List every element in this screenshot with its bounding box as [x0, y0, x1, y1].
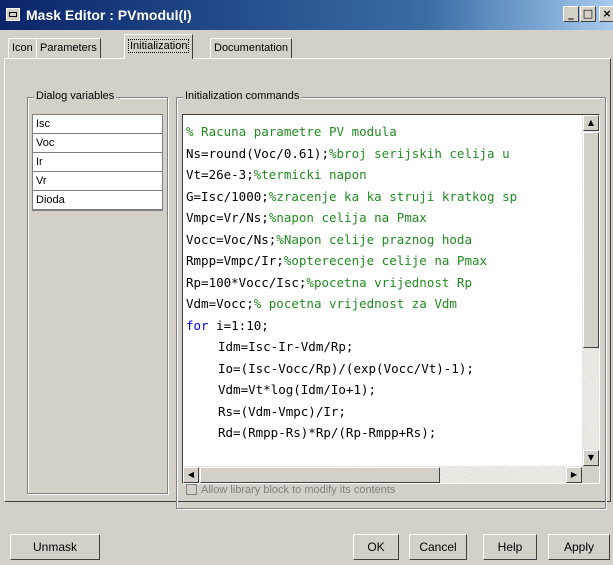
code-comment: % pocetna vrijednost za Vdm: [253, 296, 457, 311]
code-comment: % Racuna parametre PV modula: [186, 124, 397, 139]
code-line: Rd=(Rmpp-Rs)*Rp/(Rp-Rmpp+Rs);: [186, 422, 579, 444]
code-statement: G=Isc/1000;: [186, 188, 269, 204]
code-comment: %pocetna vrijednost Rp: [306, 274, 472, 290]
code-comment: %opterecenje celije na Pmax: [283, 253, 488, 268]
allow-library-label: Allow library block to modify its conten…: [201, 484, 396, 496]
minimize-button[interactable]: _: [563, 6, 579, 22]
code-line: Rp=100*Vocc/Isc;%pocetna vrijednost Rp: [186, 272, 579, 294]
code-line: Rmpp=Vmpc/Ir;%opterecenje celije na Pmax: [186, 250, 579, 272]
code-comment: %Napon celije praznog hoda: [276, 231, 472, 247]
list-item[interactable]: Ir: [33, 153, 162, 172]
code-keyword: for: [186, 317, 209, 333]
code-line: Vmpc=Vr/Ns;%napon celija na Pmax: [186, 207, 579, 229]
code-statement: Rmpp=Vmpc/Ir;: [186, 253, 284, 268]
vertical-scrollbar[interactable]: ▲ ▼: [582, 115, 599, 466]
code-statement: Vmpc=Vr/Ns;: [186, 210, 269, 225]
code-comment: %termicki napon: [253, 167, 367, 182]
code-line: Vt=26e-3;%termicki napon: [186, 164, 579, 186]
list-item[interactable]: Dioda: [33, 191, 162, 210]
help-button[interactable]: Help: [483, 534, 537, 560]
horizontal-scroll-thumb[interactable]: [200, 467, 440, 483]
scroll-up-icon[interactable]: ▲: [583, 115, 599, 131]
code-line: Rs=(Vdm-Vmpc)/Ir;: [186, 401, 579, 423]
list-item[interactable]: Voc: [33, 134, 162, 153]
tab-icon[interactable]: Icon: [8, 38, 37, 58]
code-statement: Vdm=Vocc;: [186, 296, 254, 311]
tab-documentation[interactable]: Documentation: [210, 38, 292, 58]
list-item[interactable]: Vr: [33, 172, 162, 191]
list-item[interactable]: Isc: [33, 115, 162, 134]
initialization-commands-editor[interactable]: % Racuna parametre PV modula Ns=round(Voc…: [182, 114, 600, 484]
code-statement: Rs=(Vdm-Vmpc)/Ir;: [218, 403, 346, 419]
code-statement: i=1:10;: [208, 317, 269, 333]
allow-library-checkbox[interactable]: Allow library block to modify its conten…: [186, 484, 395, 496]
code-statement: Rd=(Rmpp-Rs)*Rp/(Rp-Rmpp+Rs);: [218, 425, 437, 440]
code-comment: %zracenje ka ka struji kratkog sp: [268, 188, 518, 204]
window-title: Mask Editor : PVmodul(I): [26, 7, 192, 23]
unmask-button[interactable]: Unmask: [10, 534, 100, 560]
scroll-down-icon[interactable]: ▼: [583, 450, 599, 466]
code-line: Vdm=Vocc;% pocetna vrijednost za Vdm: [186, 293, 579, 315]
code-line: Ns=round(Voc/0.61);%broj serijskih celij…: [186, 143, 579, 165]
scroll-right-icon[interactable]: ▶: [566, 467, 582, 483]
code-line: Vocc=Voc/Ns;%Napon celije praznog hoda: [186, 229, 579, 251]
code-statement: Vocc=Voc/Ns;: [186, 231, 277, 247]
initialization-commands-label: Initialization commands: [183, 90, 302, 102]
cancel-button[interactable]: Cancel: [409, 534, 467, 560]
code-comment: %napon celija na Pmax: [268, 210, 427, 225]
code-statement: Rp=100*Vocc/Isc;: [186, 274, 307, 290]
dialog-variables-label: Dialog variables: [34, 90, 117, 102]
maximize-button[interactable]: □: [580, 6, 596, 22]
code-statement: Ns=round(Voc/0.61);: [186, 145, 329, 161]
scroll-left-icon[interactable]: ◀: [183, 467, 199, 483]
code-line: Io=(Isc-Vocc/Rp)/(exp(Vocc/Vt)-1);: [186, 358, 579, 380]
code-statement: Vdm=Vt*log(Idm/Io+1);: [218, 382, 377, 397]
apply-button[interactable]: Apply: [548, 534, 610, 560]
code-statement: Io=(Isc-Vocc/Rp)/(exp(Vocc/Vt)-1);: [218, 360, 474, 376]
horizontal-scrollbar[interactable]: ◀ ▶: [183, 466, 582, 483]
vertical-scroll-thumb[interactable]: [583, 132, 599, 348]
tab-parameters[interactable]: Parameters: [36, 38, 101, 58]
code-statement: Vt=26e-3;: [186, 167, 254, 182]
tab-initialization[interactable]: Initialization: [124, 34, 194, 59]
code-line: for i=1:10;: [186, 315, 579, 337]
dialog-variables-list: Isc Voc Ir Vr Dioda: [32, 114, 163, 211]
ok-button[interactable]: OK: [353, 534, 399, 560]
title-bar: Mask Editor : PVmodul(I) _ □ ×: [0, 0, 613, 30]
code-line: G=Isc/1000;%zracenje ka ka struji kratko…: [186, 186, 579, 208]
checkbox-box[interactable]: [186, 484, 197, 495]
code-line: Vdm=Vt*log(Idm/Io+1);: [186, 379, 579, 401]
code-comment: %broj serijskih celija u: [329, 145, 510, 161]
code-statement: Idm=Isc-Ir-Vdm/Rp;: [218, 339, 354, 354]
code-line: Idm=Isc-Ir-Vdm/Rp;: [186, 336, 579, 358]
close-button[interactable]: ×: [599, 6, 613, 22]
scrollbar-corner: [582, 466, 599, 483]
mask-editor-icon: [6, 8, 20, 21]
code-text[interactable]: % Racuna parametre PV modula Ns=round(Voc…: [186, 121, 579, 444]
code-line: % Racuna parametre PV modula: [186, 121, 579, 143]
